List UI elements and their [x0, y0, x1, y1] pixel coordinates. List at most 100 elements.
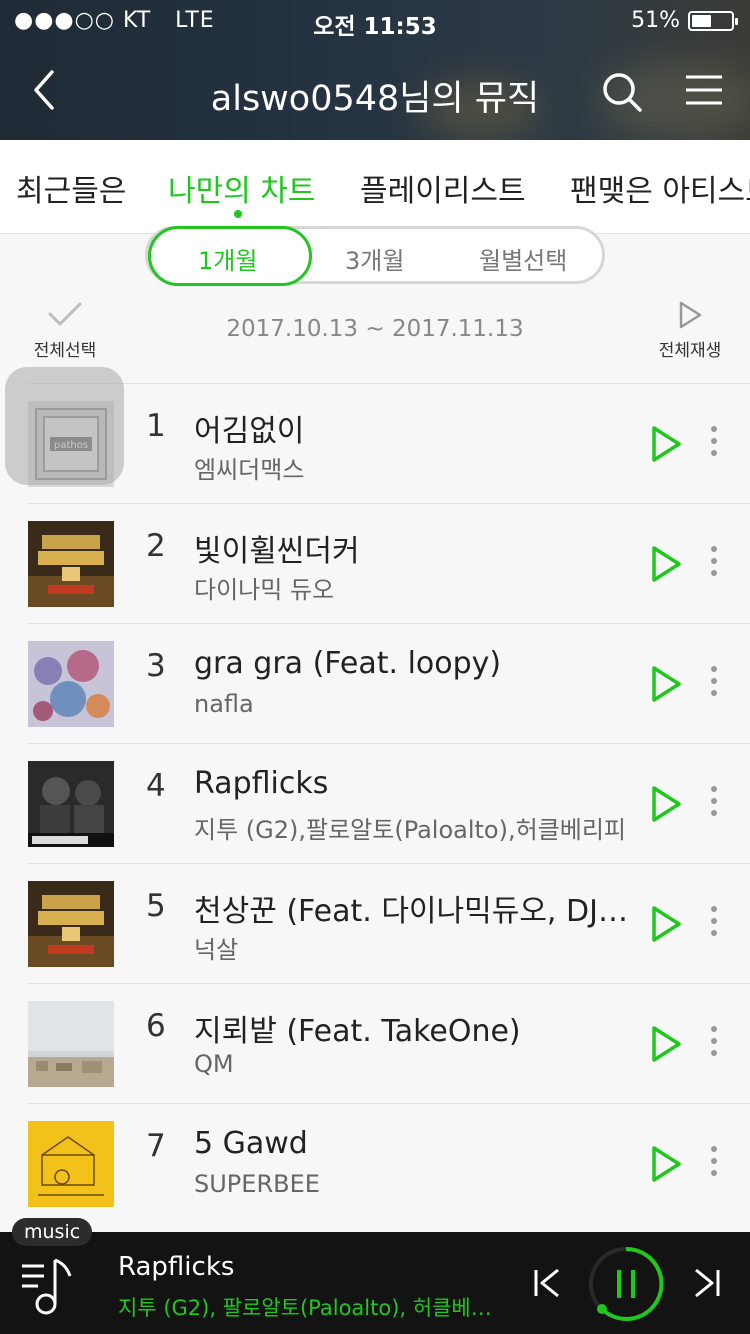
- skip-next-icon: [695, 1268, 720, 1298]
- song-title[interactable]: 어김없이: [194, 406, 634, 450]
- list-item[interactable]: 6 지뢰밭 (Feat. TakeOne) QM: [28, 983, 750, 1103]
- song-list: pathos 1 어김없이 엠씨더맥스 2 빛이휠씬더커 다이나믹 듀오: [0, 383, 750, 1223]
- status-bar: ●●●○○ KT LTE 오전 11:53 51%: [0, 0, 750, 40]
- rank-number: 5: [146, 888, 166, 924]
- more-options-button[interactable]: [708, 786, 720, 822]
- play-icon: [652, 666, 681, 702]
- tab-playlist[interactable]: 플레이리스트: [360, 166, 526, 210]
- play-button[interactable]: [648, 904, 684, 944]
- category-tabs: 최근들은 나만의 차트 플레이리스트 팬맺은 아티스트: [0, 140, 750, 234]
- battery-icon: [688, 10, 738, 31]
- back-button[interactable]: [28, 68, 68, 112]
- song-title[interactable]: gra gra (Feat. loopy): [194, 646, 634, 681]
- play-button[interactable]: [648, 424, 684, 464]
- rank-number: 1: [146, 408, 166, 444]
- more-options-button[interactable]: [708, 546, 720, 582]
- date-range: 2017.10.13 ~ 2017.11.13: [226, 316, 524, 342]
- song-title[interactable]: 천상꾼 (Feat. 다이나믹듀오, DJ Friz): [194, 886, 634, 930]
- song-artist[interactable]: 넉살: [194, 930, 634, 965]
- more-vertical-icon: [708, 1026, 720, 1056]
- more-options-button[interactable]: [708, 1026, 720, 1062]
- play-button[interactable]: [648, 544, 684, 584]
- play-button[interactable]: [648, 664, 684, 704]
- hamburger-menu-icon: [686, 75, 722, 105]
- play-button[interactable]: [648, 784, 684, 824]
- tab-fan-artists[interactable]: 팬맺은 아티스트: [570, 166, 750, 210]
- rank-number: 7: [146, 1128, 166, 1164]
- app-header: ●●●○○ KT LTE 오전 11:53 51% alswo0548님의 뮤직: [0, 0, 750, 140]
- pause-icon: [589, 1246, 664, 1321]
- list-item[interactable]: 7 5 Gawd SUPERBEE: [28, 1103, 750, 1223]
- song-artist[interactable]: 다이나믹 듀오: [194, 570, 634, 605]
- playlist-button[interactable]: [20, 1254, 84, 1318]
- play-all-label: 전체재생: [658, 341, 722, 361]
- rank-number: 6: [146, 1008, 166, 1044]
- more-options-button[interactable]: [708, 426, 720, 462]
- album-art: [28, 761, 114, 847]
- song-title[interactable]: 빛이휠씬더커: [194, 526, 634, 570]
- play-icon: [652, 1146, 681, 1182]
- now-playing-artist: 지투 (G2), 팔로알토(Paloalto), 허클베리피: [118, 1296, 498, 1320]
- more-vertical-icon: [708, 1146, 720, 1176]
- active-tab-indicator: [234, 210, 242, 218]
- battery-percent: 51%: [631, 8, 680, 33]
- album-art: [28, 641, 114, 727]
- rank-number: 3: [146, 648, 166, 684]
- music-note-list-icon: [22, 1258, 72, 1315]
- play-icon: [652, 426, 681, 462]
- song-artist[interactable]: SUPERBEE: [194, 1170, 634, 1198]
- album-art: [28, 1001, 114, 1087]
- list-item[interactable]: 3 gra gra (Feat. loopy) nafla: [28, 623, 750, 743]
- list-item[interactable]: 4 Rapflicks 지투 (G2),팔로알토(Paloalto),허클베리피: [28, 743, 750, 863]
- more-options-button[interactable]: [708, 666, 720, 702]
- album-art: [28, 1121, 114, 1207]
- tab-recent[interactable]: 최근들은: [16, 166, 126, 210]
- play-all-button[interactable]: 전체재생: [650, 300, 730, 361]
- play-icon: [652, 906, 681, 942]
- search-icon: [603, 73, 642, 112]
- period-option-1month[interactable]: 1개월: [198, 241, 257, 276]
- song-artist[interactable]: 지투 (G2),팔로알토(Paloalto),허클베리피: [194, 810, 634, 845]
- play-icon: [652, 786, 681, 822]
- more-vertical-icon: [708, 426, 720, 456]
- pause-button[interactable]: [588, 1246, 664, 1322]
- touch-highlight: [5, 367, 124, 485]
- rank-number: 4: [146, 768, 166, 804]
- navigation-bar: alswo0548님의 뮤직: [0, 56, 750, 126]
- song-title[interactable]: 지뢰밭 (Feat. TakeOne): [194, 1006, 634, 1050]
- period-option-monthly[interactable]: 월별선택: [479, 241, 567, 276]
- period-option-3month[interactable]: 3개월: [345, 241, 404, 276]
- more-options-button[interactable]: [708, 1146, 720, 1182]
- more-options-button[interactable]: [708, 906, 720, 942]
- play-outline-icon: [679, 301, 702, 329]
- menu-button[interactable]: [684, 70, 724, 110]
- next-button[interactable]: [690, 1266, 724, 1300]
- song-title[interactable]: 5 Gawd: [194, 1126, 634, 1161]
- more-vertical-icon: [708, 906, 720, 936]
- previous-button[interactable]: [530, 1266, 564, 1300]
- play-button[interactable]: [648, 1144, 684, 1184]
- more-vertical-icon: [708, 666, 720, 696]
- now-playing-title: Rapflicks: [118, 1252, 235, 1282]
- song-artist[interactable]: 엠씨더맥스: [194, 450, 634, 485]
- list-item[interactable]: 5 천상꾼 (Feat. 다이나믹듀오, DJ Friz) 넉살: [28, 863, 750, 983]
- page-title: alswo0548님의 뮤직: [210, 79, 540, 119]
- period-selector: 1개월 3개월 월별선택: [145, 226, 605, 286]
- rank-number: 2: [146, 528, 166, 564]
- song-title[interactable]: Rapflicks: [194, 766, 634, 801]
- play-button[interactable]: [648, 1024, 684, 1064]
- more-vertical-icon: [708, 786, 720, 816]
- song-artist[interactable]: QM: [194, 1050, 634, 1078]
- more-vertical-icon: [708, 546, 720, 576]
- search-button[interactable]: [600, 70, 644, 114]
- mini-player[interactable]: music Rapflicks 지투 (G2), 팔로알토(Paloalto),…: [0, 1218, 750, 1334]
- list-item[interactable]: 2 빛이휠씬더커 다이나믹 듀오: [28, 503, 750, 623]
- list-item[interactable]: pathos 1 어김없이 엠씨더맥스: [28, 383, 750, 503]
- battery-status: 51%: [631, 8, 738, 33]
- album-art: [28, 521, 114, 607]
- play-icon: [652, 546, 681, 582]
- tab-my-chart[interactable]: 나만의 차트: [168, 166, 316, 210]
- music-badge: music: [12, 1218, 93, 1246]
- song-artist[interactable]: nafla: [194, 690, 634, 718]
- chevron-left-icon: [34, 70, 54, 110]
